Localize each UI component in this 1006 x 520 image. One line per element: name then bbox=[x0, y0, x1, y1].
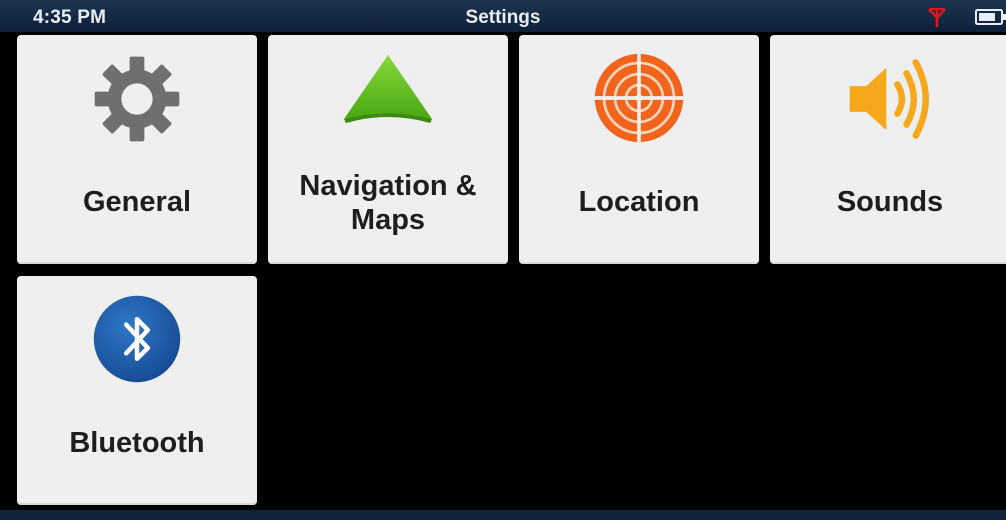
tile-general[interactable]: General bbox=[17, 35, 257, 264]
tile-location[interactable]: Location bbox=[519, 35, 759, 264]
bluetooth-icon bbox=[93, 295, 181, 383]
tile-navigation-maps-label-line2: Maps bbox=[350, 204, 426, 236]
status-bar: 4:35 PM Settings bbox=[0, 0, 1006, 32]
target-icon bbox=[594, 53, 684, 143]
tile-navigation-maps[interactable]: Navigation & Maps bbox=[268, 35, 508, 264]
navigation-arrow-icon bbox=[344, 55, 432, 123]
battery-icon bbox=[975, 9, 1006, 25]
speaker-icon bbox=[849, 59, 929, 139]
tile-sounds[interactable]: Sounds bbox=[770, 35, 1006, 264]
bottom-strip bbox=[0, 510, 1006, 520]
tile-bluetooth-label: Bluetooth bbox=[69, 427, 205, 459]
tile-bluetooth[interactable]: Bluetooth bbox=[17, 276, 257, 505]
tile-general-label: General bbox=[83, 186, 191, 218]
tile-location-label: Location bbox=[578, 186, 700, 218]
tile-sounds-label: Sounds bbox=[836, 186, 944, 218]
page-title: Settings bbox=[465, 7, 541, 28]
gear-icon bbox=[94, 56, 180, 142]
antenna-icon bbox=[928, 8, 946, 27]
settings-screen: 4:35 PM Settings General Navigation & Ma… bbox=[0, 0, 1006, 520]
tile-navigation-maps-label-line1: Navigation & bbox=[299, 170, 477, 202]
